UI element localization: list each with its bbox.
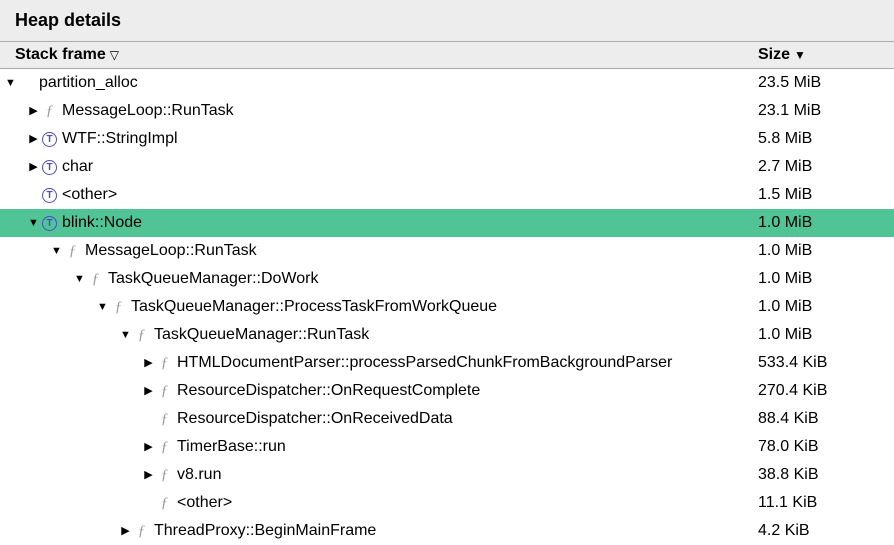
- function-icon: ƒ: [134, 328, 149, 343]
- expand-icon[interactable]: ▶: [143, 358, 154, 369]
- collapse-icon[interactable]: ▼: [5, 78, 16, 89]
- tree-row-size: 1.5 MiB: [758, 186, 894, 204]
- type-icon: [42, 188, 57, 203]
- function-icon: ƒ: [42, 104, 57, 119]
- tree-row[interactable]: ▶ƒ HTMLDocumentParser::processParsedChunk…: [0, 349, 894, 377]
- expand-icon[interactable]: ▶: [28, 134, 39, 145]
- tree-row-size: 2.7 MiB: [758, 158, 894, 176]
- column-header-size[interactable]: Size ▼: [758, 46, 894, 64]
- column-header-name[interactable]: Stack frame ▽: [0, 46, 758, 64]
- function-icon: ƒ: [157, 384, 172, 399]
- expand-icon[interactable]: ▶: [28, 162, 39, 173]
- tree-row[interactable]: ▼ blink::Node 1.0 MiB: [0, 209, 894, 237]
- type-icon: [42, 160, 57, 175]
- tree-row-size: 1.0 MiB: [758, 326, 894, 344]
- column-name-label: Stack frame: [15, 46, 106, 64]
- function-icon: ƒ: [134, 524, 149, 539]
- tree-row-size: 1.0 MiB: [758, 298, 894, 316]
- tree-row[interactable]: ▼ partition_alloc 23.5 MiB: [0, 69, 894, 97]
- tree-row[interactable]: ▶ƒ v8.run 38.8 KiB: [0, 461, 894, 489]
- column-size-label: Size: [758, 46, 790, 64]
- tree-row-size: 23.5 MiB: [758, 74, 894, 92]
- function-icon: ƒ: [88, 272, 103, 287]
- tree-row-size: 4.2 KiB: [758, 522, 894, 540]
- tree-row-label: ResourceDispatcher::OnRequestComplete: [177, 382, 480, 400]
- tree-body: ▼partition_alloc23.5 MiB▶ƒMessageLoop::R…: [0, 69, 894, 545]
- tree-row-size: 5.8 MiB: [758, 130, 894, 148]
- expand-icon[interactable]: ▶: [143, 470, 154, 481]
- type-icon: [42, 132, 57, 147]
- tree-row[interactable]: ▶<other>1.5 MiB: [0, 181, 894, 209]
- tree-row[interactable]: ▶ƒ MessageLoop::RunTask 23.1 MiB: [0, 97, 894, 125]
- tree-row-size: 23.1 MiB: [758, 102, 894, 120]
- tree-row-label: HTMLDocumentParser::processParsedChunkFr…: [177, 354, 672, 372]
- tree-row[interactable]: ▶ƒ ResourceDispatcher::OnRequestComplete 2…: [0, 377, 894, 405]
- tree-row-size: 78.0 KiB: [758, 438, 894, 456]
- tree-row-label: partition_alloc: [39, 74, 138, 92]
- tree-row-size: 1.0 MiB: [758, 214, 894, 232]
- tree-row-label: ResourceDispatcher::OnReceivedData: [177, 410, 453, 428]
- tree-row[interactable]: ▶ƒResourceDispatcher::OnReceivedData88.4…: [0, 405, 894, 433]
- expand-icon[interactable]: ▶: [28, 106, 39, 117]
- function-icon: ƒ: [65, 244, 80, 259]
- expand-icon[interactable]: ▶: [120, 526, 131, 537]
- tree-row-label: v8.run: [177, 466, 221, 484]
- tree-row-label: TaskQueueManager::ProcessTaskFromWorkQue…: [131, 298, 497, 316]
- tree-row-size: 38.8 KiB: [758, 466, 894, 484]
- tree-row[interactable]: ▼ƒ TaskQueueManager::ProcessTaskFromWorkQ…: [0, 293, 894, 321]
- tree-row-size: 533.4 KiB: [758, 354, 894, 372]
- table-header: Stack frame ▽ Size ▼: [0, 42, 894, 69]
- tree-row-label: <other>: [177, 494, 232, 512]
- collapse-icon[interactable]: ▼: [51, 246, 62, 257]
- function-icon: ƒ: [157, 468, 172, 483]
- type-icon: [42, 216, 57, 231]
- panel-title: Heap details: [0, 0, 894, 42]
- sort-indicator-icon: ▼: [794, 48, 806, 62]
- tree-row-label: TimerBase::run: [177, 438, 286, 456]
- tree-row[interactable]: ▶ƒ TimerBase::run 78.0 KiB: [0, 433, 894, 461]
- tree-row-size: 270.4 KiB: [758, 382, 894, 400]
- tree-row-label: WTF::StringImpl: [62, 130, 178, 148]
- tree-row-label: <other>: [62, 186, 117, 204]
- function-icon: ƒ: [157, 356, 172, 371]
- tree-row-size: 88.4 KiB: [758, 410, 894, 428]
- sort-indicator-icon: ▽: [110, 48, 119, 62]
- tree-row[interactable]: ▶ƒ<other>11.1 KiB: [0, 489, 894, 517]
- function-icon: ƒ: [157, 496, 172, 511]
- collapse-icon[interactable]: ▼: [97, 302, 108, 313]
- tree-row-size: 1.0 MiB: [758, 242, 894, 260]
- collapse-icon[interactable]: ▼: [28, 218, 39, 229]
- tree-row[interactable]: ▼ƒ MessageLoop::RunTask 1.0 MiB: [0, 237, 894, 265]
- tree-row[interactable]: ▼ƒ TaskQueueManager::DoWork 1.0 MiB: [0, 265, 894, 293]
- tree-row-label: MessageLoop::RunTask: [85, 242, 257, 260]
- tree-row[interactable]: ▶ char 2.7 MiB: [0, 153, 894, 181]
- tree-row-label: TaskQueueManager::RunTask: [154, 326, 369, 344]
- tree-row[interactable]: ▼ƒ TaskQueueManager::RunTask 1.0 MiB: [0, 321, 894, 349]
- tree-row-label: char: [62, 158, 93, 176]
- tree-row-label: ThreadProxy::BeginMainFrame: [154, 522, 376, 540]
- collapse-icon[interactable]: ▼: [120, 330, 131, 341]
- collapse-icon[interactable]: ▼: [74, 274, 85, 285]
- tree-row-size: 11.1 KiB: [758, 494, 894, 512]
- tree-row-size: 1.0 MiB: [758, 270, 894, 288]
- function-icon: ƒ: [157, 440, 172, 455]
- expand-icon[interactable]: ▶: [143, 386, 154, 397]
- tree-row[interactable]: ▶ƒ ThreadProxy::BeginMainFrame 4.2 KiB: [0, 517, 894, 545]
- function-icon: ƒ: [157, 412, 172, 427]
- tree-row-label: blink::Node: [62, 214, 142, 232]
- expand-icon[interactable]: ▶: [143, 442, 154, 453]
- tree-row[interactable]: ▶ WTF::StringImpl 5.8 MiB: [0, 125, 894, 153]
- tree-row-label: MessageLoop::RunTask: [62, 102, 234, 120]
- tree-row-label: TaskQueueManager::DoWork: [108, 270, 318, 288]
- function-icon: ƒ: [111, 300, 126, 315]
